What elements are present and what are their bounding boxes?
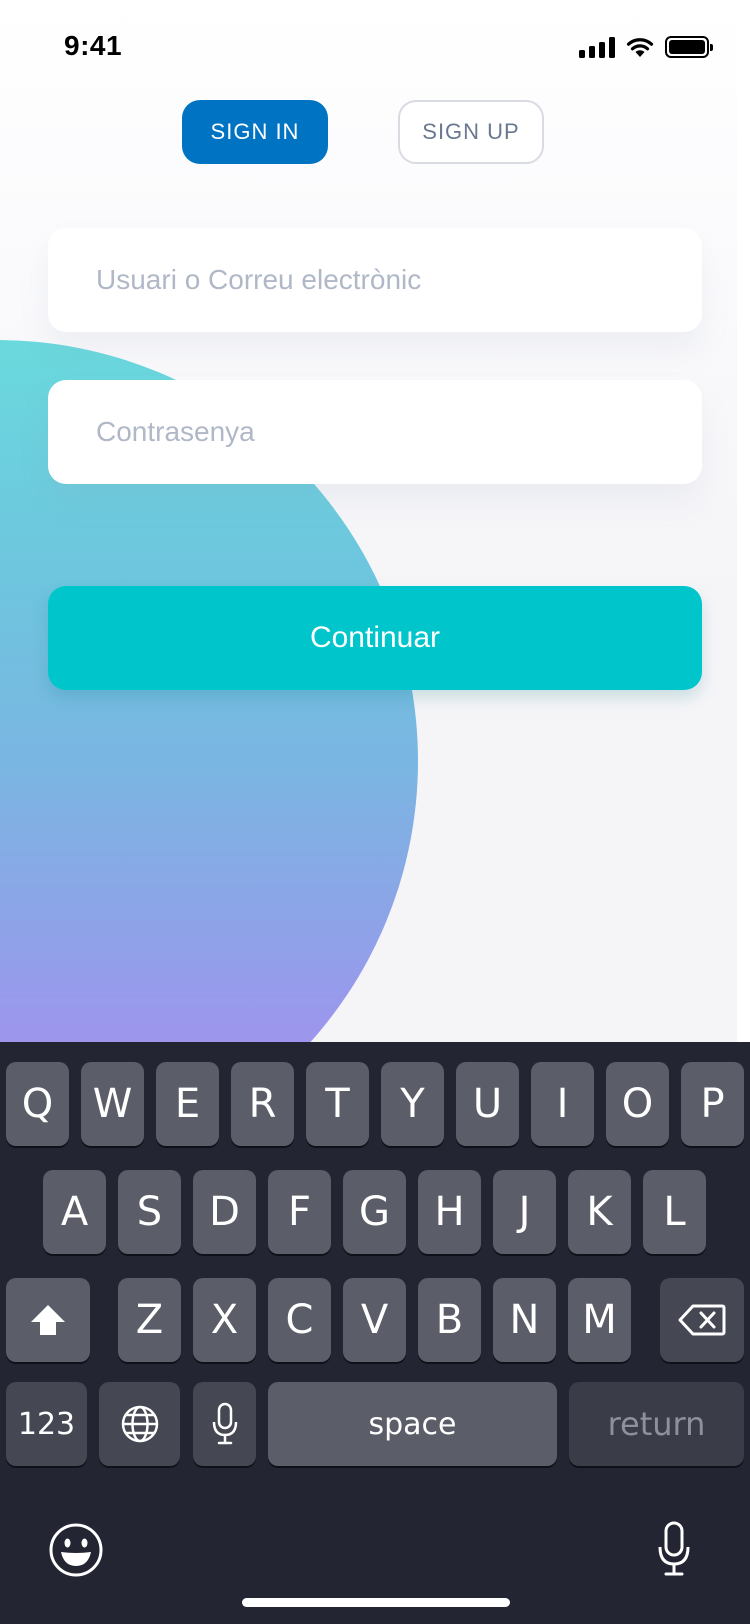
key-p[interactable]: P [681, 1062, 744, 1146]
onscreen-keyboard: Q W E R T Y U I O P A S D F G H J K L Z … [0, 1042, 750, 1624]
key-w[interactable]: W [81, 1062, 144, 1146]
microphone-key[interactable] [193, 1382, 256, 1466]
key-j[interactable]: J [493, 1170, 556, 1254]
login-screen: 9:41 SIGN IN SIGN UP Continuar [0, 0, 737, 1042]
key-k[interactable]: K [568, 1170, 631, 1254]
backspace-icon [678, 1304, 726, 1336]
status-time: 9:41 [64, 30, 123, 61]
status-icons [579, 34, 713, 60]
key-l[interactable]: L [643, 1170, 706, 1254]
key-c[interactable]: C [268, 1278, 331, 1362]
key-a[interactable]: A [43, 1170, 106, 1254]
wifi-icon [626, 38, 654, 57]
tab-sign-up[interactable]: SIGN UP [398, 100, 544, 164]
password-field[interactable] [48, 380, 702, 484]
continue-button[interactable]: Continuar [48, 586, 702, 690]
globe-key[interactable] [99, 1382, 180, 1466]
key-o[interactable]: O [606, 1062, 669, 1146]
microphone-icon [212, 1402, 237, 1445]
username-input[interactable] [48, 228, 702, 332]
home-indicator[interactable] [242, 1598, 510, 1607]
globe-icon [121, 1405, 158, 1443]
emoji-icon[interactable] [48, 1522, 104, 1578]
key-q[interactable]: Q [6, 1062, 69, 1146]
key-v[interactable]: V [343, 1278, 406, 1362]
shift-icon [31, 1305, 65, 1335]
key-g[interactable]: G [343, 1170, 406, 1254]
backspace-key[interactable] [660, 1278, 744, 1362]
return-key[interactable]: return [569, 1382, 744, 1466]
tab-sign-in[interactable]: SIGN IN [182, 100, 328, 164]
key-d[interactable]: D [193, 1170, 256, 1254]
key-b[interactable]: B [418, 1278, 481, 1362]
key-u[interactable]: U [456, 1062, 519, 1146]
shift-key[interactable] [6, 1278, 90, 1362]
key-n[interactable]: N [493, 1278, 556, 1362]
username-field[interactable] [48, 228, 702, 332]
password-input[interactable] [48, 380, 702, 484]
space-key[interactable]: space [268, 1382, 557, 1466]
key-e[interactable]: E [156, 1062, 219, 1146]
dictation-icon[interactable] [656, 1520, 692, 1578]
key-t[interactable]: T [306, 1062, 369, 1146]
cellular-signal-icon [579, 36, 615, 58]
key-s[interactable]: S [118, 1170, 181, 1254]
key-f[interactable]: F [268, 1170, 331, 1254]
key-i[interactable]: I [531, 1062, 594, 1146]
key-x[interactable]: X [193, 1278, 256, 1362]
numbers-key[interactable]: 123 [6, 1382, 87, 1466]
key-y[interactable]: Y [381, 1062, 444, 1146]
key-m[interactable]: M [568, 1278, 631, 1362]
key-r[interactable]: R [231, 1062, 294, 1146]
right-gutter [737, 0, 750, 1042]
battery-icon [665, 36, 713, 58]
key-z[interactable]: Z [118, 1278, 181, 1362]
key-h[interactable]: H [418, 1170, 481, 1254]
